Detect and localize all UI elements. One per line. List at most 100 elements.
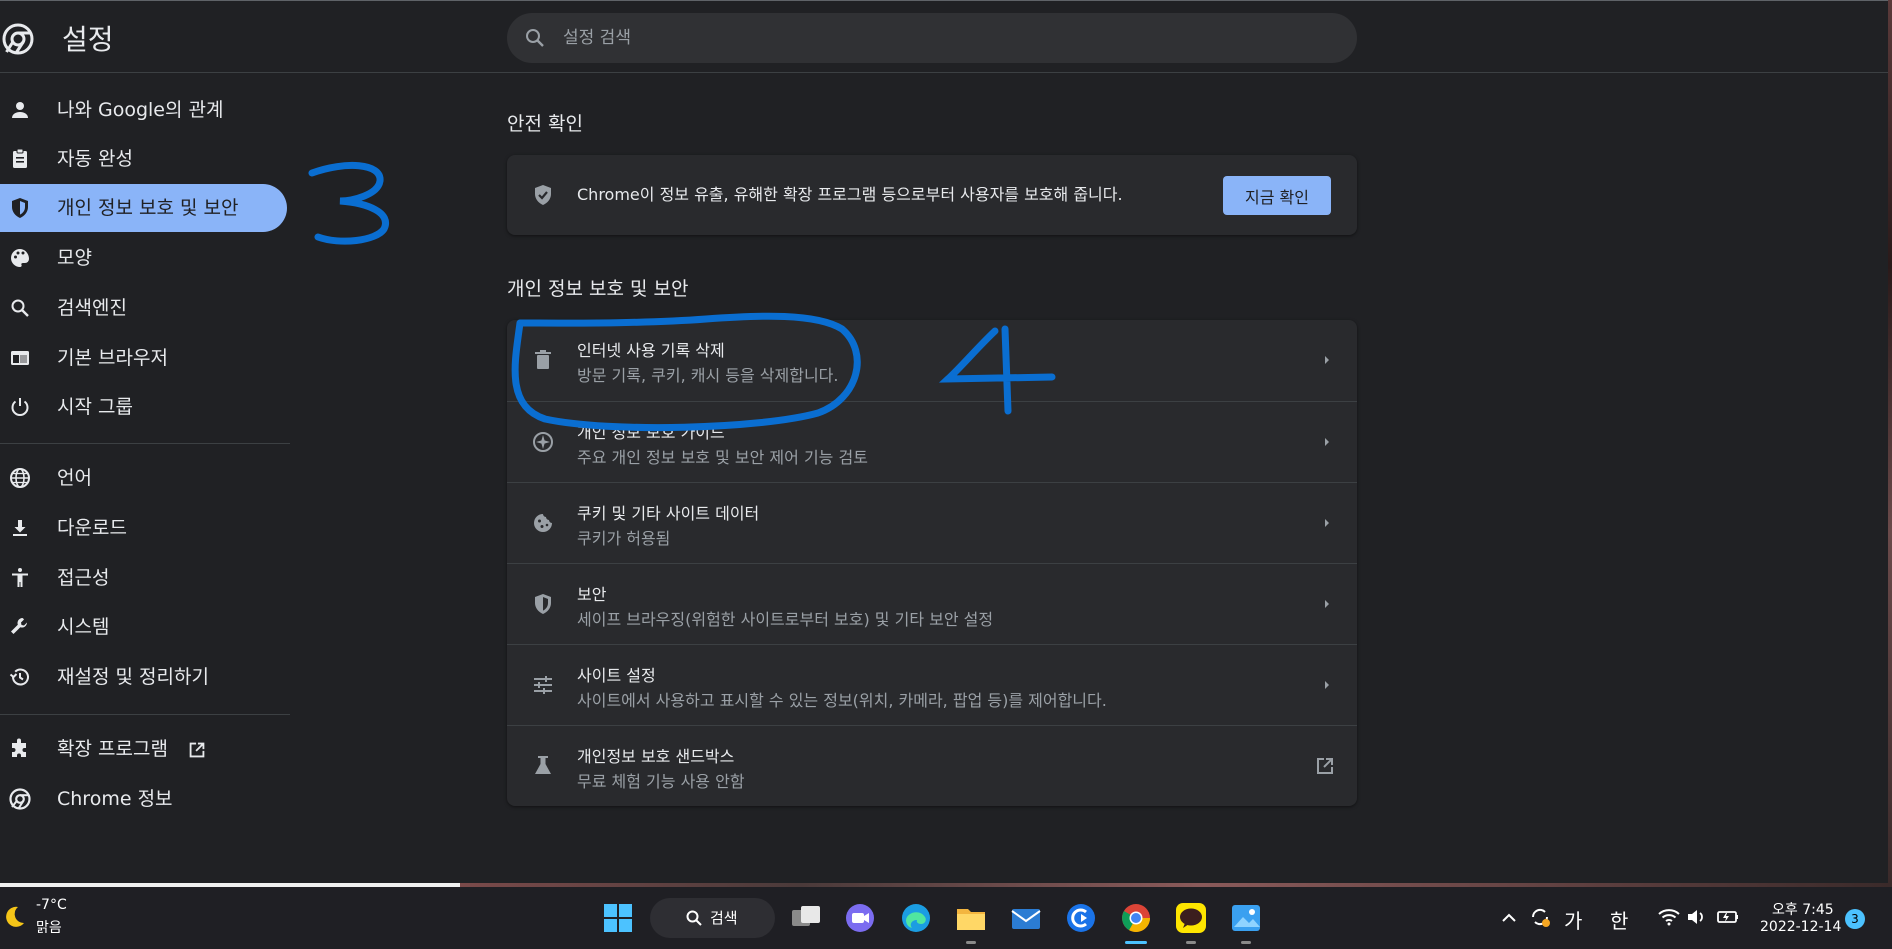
desktop-background-edge [1888,0,1892,886]
open-in-new-icon [1317,758,1333,774]
clear-browsing-data-row[interactable]: 인터넷 사용 기록 삭제 방문 기록, 쿠키, 캐시 등을 삭제합니다. [507,320,1357,401]
security-row[interactable]: 보안 세이프 브라우징(위험한 사이트로부터 보호) 및 기타 보안 설정 [507,563,1357,644]
file-explorer-running-indicator [966,941,976,944]
check-now-button[interactable]: 지금 확인 [1223,176,1331,215]
sidebar-item-default-browser[interactable]: 기본 브라우저 [0,334,287,382]
sliders-icon [534,676,552,694]
row-subtitle: 방문 기록, 쿠키, 캐시 등을 삭제합니다. [577,366,839,385]
arrow-right-icon [1325,519,1329,527]
chevron-up-icon[interactable] [1500,909,1518,927]
flask-icon [535,756,551,774]
search-icon [11,299,29,317]
photos-button[interactable] [1228,900,1264,936]
file-explorer-button[interactable] [953,900,989,936]
cookies-row[interactable]: 쿠키 및 기타 사이트 데이터 쿠키가 허용됨 [507,482,1357,563]
task-view-button[interactable] [788,900,824,936]
sidebar-item-languages[interactable]: 언어 [0,454,287,502]
ime-mode-indicator[interactable]: 가 [1564,905,1582,934]
sidebar-item-search-engine[interactable]: 검색엔진 [0,284,287,332]
sidebar-item-downloads[interactable]: 다운로드 [0,504,287,552]
sidebar-item-label: 모양 [57,247,92,269]
shield-check-icon [535,185,551,205]
taskbar-search-label: 검색 [710,909,738,927]
power-icon [11,398,29,416]
weather-description: 맑음 [36,920,62,936]
restore-icon [9,668,29,686]
volume-icon[interactable] [1686,907,1708,927]
sidebar-item-on-startup[interactable]: 시작 그룹 [0,383,287,431]
c-app-icon [1067,904,1095,932]
sidebar-item-label: 언어 [57,467,92,489]
sidebar-item-extensions[interactable]: 확장 프로그램 [0,725,287,773]
ime-language-indicator[interactable]: 한 [1610,905,1628,934]
moon-icon [6,906,24,927]
wifi-icon[interactable] [1658,907,1680,927]
chat-icon [846,904,874,932]
trash-icon [535,350,551,369]
notification-badge[interactable]: 3 [1845,909,1865,929]
sidebar-item-label: 재설정 및 정리하기 [57,666,209,688]
battery-icon[interactable] [1716,907,1740,927]
search-icon [686,910,702,926]
sidebar-item-about-chrome[interactable]: Chrome 정보 [0,775,287,823]
settings-search-box[interactable] [507,13,1357,63]
chrome-active-indicator [1125,941,1147,944]
sidebar-item-accessibility[interactable]: 접근성 [0,554,287,602]
site-settings-row[interactable]: 사이트 설정 사이트에서 사용하고 표시할 수 있는 정보(위치, 카메라, 팝… [507,644,1357,725]
sidebar-item-autofill[interactable]: 자동 완성 [0,135,287,183]
cookie-icon [534,514,552,532]
row-title: 개인정보 보호 샌드박스 [577,747,735,766]
sidebar-item-privacy-and-security[interactable]: 개인 정보 보호 및 보안 [0,184,287,232]
sidebar-item-label: 검색엔진 [57,297,127,319]
shield-icon [12,198,28,218]
settings-header: 설정 [0,1,1888,73]
safety-check-description: Chrome이 정보 유출, 유해한 확장 프로그램 등으로부터 사용자를 보호… [577,185,1123,204]
taskbar: -7°C 맑음 검색 가 한 오후 7:45 2022-12-14 3 [0,887,1892,949]
page-title: 설정 [62,23,114,56]
sidebar-item-label: 나와 Google의 관계 [57,99,224,121]
sidebar-item-label: 기본 브라우저 [57,347,168,369]
taskbar-search-button[interactable]: 검색 [650,898,775,938]
sync-icon[interactable] [1528,905,1552,929]
safety-check-card: Chrome이 정보 유출, 유해한 확장 프로그램 등으로부터 사용자를 보호… [507,155,1357,235]
windows-logo-icon [604,904,632,932]
sidebar-item-appearance[interactable]: 모양 [0,234,287,282]
sidebar-item-system[interactable]: 시스템 [0,603,287,651]
sidebar-item-reset-and-cleanup[interactable]: 재설정 및 정리하기 [0,653,287,701]
arrow-right-icon [1325,600,1329,608]
extensions-label-text: 확장 프로그램 [57,738,168,760]
folder-icon [957,909,985,930]
chrome-taskbar-button[interactable] [1118,900,1154,936]
search-input[interactable] [563,13,1323,63]
download-icon [13,520,27,536]
row-title: 사이트 설정 [577,666,656,685]
chrome-settings-window: 설정 나와 Google의 관계 자동 완성 개인 정보 보호 및 [0,0,1888,886]
arrow-right-icon [1325,438,1329,446]
mail-button[interactable] [1008,900,1044,936]
row-subtitle: 세이프 브라우징(위험한 사이트로부터 보호) 및 기타 보안 설정 [577,610,994,629]
person-icon [12,102,28,118]
sidebar-item-label: Chrome 정보 [57,788,173,810]
sidebar-item-label: 시작 그룹 [57,396,133,418]
palette-icon [11,249,29,267]
sidebar-item-you-and-google[interactable]: 나와 Google의 관계 [0,86,287,134]
annotation-number-3 [308,161,389,245]
privacy-card: 인터넷 사용 기록 삭제 방문 기록, 쿠키, 캐시 등을 삭제합니다. 개인 … [507,320,1357,806]
row-title: 개인 정보 보호 가이드 [577,423,725,442]
app-button-c[interactable] [1063,900,1099,936]
sidebar-item-label: 다운로드 [57,517,127,539]
puzzle-icon [12,738,26,757]
clock-date[interactable]: 2022-12-14 [1760,919,1841,935]
start-button[interactable] [600,900,636,936]
row-subtitle: 사이트에서 사용하고 표시할 수 있는 정보(위치, 카메라, 팝업 등)를 제… [577,691,1107,710]
search-icon [526,29,544,47]
chrome-color-icon [1122,904,1150,932]
teams-chat-button[interactable] [842,900,878,936]
privacy-guide-row[interactable]: 개인 정보 보호 가이드 주요 개인 정보 보호 및 보안 제어 기능 검토 [507,401,1357,482]
globe-icon [10,468,30,488]
edge-browser-button[interactable] [898,900,934,936]
kakaotalk-button[interactable] [1173,900,1209,936]
clipboard-icon [13,148,27,168]
clock-time[interactable]: 오후 7:45 [1772,899,1834,919]
privacy-sandbox-row[interactable]: 개인정보 보호 샌드박스 무료 체험 기능 사용 안함 [507,725,1357,806]
